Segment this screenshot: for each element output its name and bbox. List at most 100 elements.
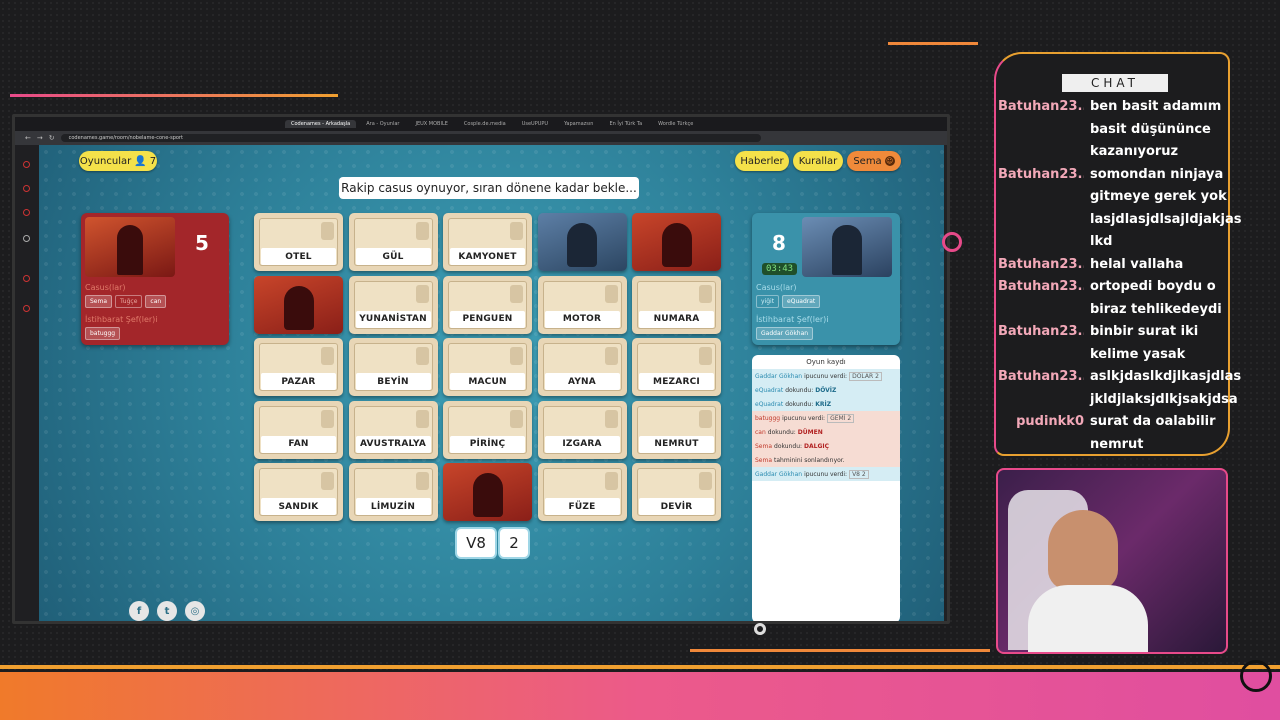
log-action: dokundu: — [774, 442, 803, 450]
browser-tab[interactable]: Wordle Türkçe — [652, 120, 699, 128]
sidebar-icon[interactable] — [23, 235, 30, 242]
word-card[interactable] — [537, 213, 627, 271]
browser-tab[interactable]: UseUPUPU — [516, 120, 554, 128]
word-card[interactable]: FÜZE — [537, 463, 627, 521]
instagram-icon[interactable]: ◎ — [185, 601, 205, 621]
chat-message: Batuhan23... ortopedi boydu o biraz tehlik… — [996, 276, 1228, 321]
log-action: dokundu: — [785, 386, 814, 394]
reload-icon[interactable]: ↻ — [49, 134, 55, 142]
codenames-game: Oyuncular 👤 7 Haberler Kurallar Sema ☺ R… — [39, 145, 944, 621]
browser-tab[interactable]: Cosple.de.media — [458, 120, 512, 128]
player-chip[interactable]: Tuğçe — [115, 295, 143, 308]
card-word: PENGUEN — [450, 310, 525, 328]
log-entry: can dokundu: DÜMEN — [752, 425, 900, 439]
back-icon[interactable]: ← — [25, 134, 31, 142]
user-menu-button[interactable]: Sema ☺ — [847, 151, 901, 171]
rules-button[interactable]: Kurallar — [793, 151, 843, 171]
browser-tab[interactable]: Yapamazsın — [558, 120, 599, 128]
word-card[interactable]: SANDIK — [254, 463, 343, 521]
word-card[interactable]: LİMUZİN — [348, 463, 438, 521]
chat-text: nemrut — [1090, 436, 1144, 452]
player-chip[interactable]: yiğit — [756, 295, 780, 308]
card-silhouette-icon — [699, 409, 712, 428]
status-banner: Rakip casus oynuyor, sıran dönene kadar … — [339, 177, 639, 199]
facebook-icon[interactable]: f — [129, 601, 149, 621]
sidebar-icon[interactable] — [23, 275, 30, 282]
red-team-count: 5 — [195, 231, 209, 255]
player-chip[interactable]: batuggg — [85, 327, 121, 340]
word-card[interactable]: FAN — [254, 400, 343, 459]
chat-text: kelime yasak — [1090, 346, 1186, 362]
players-button[interactable]: Oyuncular 👤 7 — [79, 151, 157, 171]
word-card[interactable]: NUMARA — [632, 275, 721, 334]
browser-tab[interactable]: Codenames - Arkadaşla — [285, 120, 357, 128]
browser-tab[interactable]: JEUX MOBILE — [409, 120, 453, 128]
card-word: MACUN — [450, 373, 525, 390]
clue-word: V8 — [457, 529, 495, 557]
sidebar-icon[interactable] — [23, 185, 30, 192]
card-word: MOTOR — [544, 310, 620, 328]
word-card[interactable]: DEVİR — [632, 463, 721, 521]
webcam-feed — [996, 468, 1228, 654]
chat-username: pudinkk0 — [1016, 414, 1084, 429]
blue-spies-list: yiğit eQuadrat — [756, 295, 821, 308]
chat-username: Batuhan23... — [998, 324, 1084, 339]
agent-portrait — [283, 285, 314, 330]
word-card[interactable] — [632, 213, 721, 271]
player-chip[interactable]: Gaddar Gökhan — [756, 327, 814, 340]
twitter-icon[interactable]: t — [157, 601, 177, 621]
browser-tab[interactable]: Ara - Oyunlar — [360, 120, 405, 128]
sidebar-icon[interactable] — [23, 161, 30, 168]
word-card[interactable]: BEYİN — [348, 338, 438, 396]
word-card[interactable]: MEZARCI — [632, 338, 721, 396]
word-card[interactable]: PAZAR — [254, 338, 343, 396]
word-card[interactable]: MACUN — [443, 338, 532, 396]
chat-text: helal vallaha — [1090, 256, 1184, 272]
chat-text: gitmeye gerek yok — [1090, 189, 1227, 204]
log-target: DÖVİZ — [815, 386, 837, 394]
word-card[interactable]: GÜL — [348, 213, 438, 271]
log-target: DÜMEN — [797, 428, 823, 436]
agent-portrait — [661, 223, 692, 267]
word-card[interactable] — [443, 463, 532, 521]
card-word: OTEL — [261, 248, 336, 265]
players-label: Oyuncular — [79, 155, 132, 167]
chat-text: surat da oalabilir — [1090, 414, 1216, 429]
card-silhouette-icon — [604, 472, 618, 490]
card-word: MEZARCI — [639, 373, 714, 390]
chat-text: biraz tehlikedeydi — [1090, 301, 1222, 317]
word-card[interactable]: MOTOR — [537, 275, 627, 334]
card-word: AVUSTRALYA — [355, 435, 431, 453]
word-card[interactable]: PİRİNÇ — [443, 400, 532, 459]
news-button[interactable]: Haberler — [735, 151, 789, 171]
word-card[interactable]: NEMRUT — [632, 400, 721, 459]
sidebar-icon[interactable] — [23, 209, 30, 216]
card-word: SANDIK — [261, 498, 336, 515]
browser-tab[interactable]: En İyi Türk Ta — [603, 120, 648, 128]
word-card[interactable]: AVUSTRALYA — [348, 400, 438, 459]
url-field[interactable]: codenames.game/room/nobelame-cone-sport — [60, 134, 761, 142]
word-card[interactable] — [254, 275, 343, 334]
chat-text: lasjdlasjdlsajldjakjas — [1090, 211, 1242, 227]
chat-title: CHAT — [1062, 74, 1168, 92]
word-card[interactable]: AYNA — [537, 338, 627, 396]
word-card[interactable]: YUNANİSTAN — [348, 275, 438, 334]
deco-line-bottom — [690, 649, 990, 652]
chat-text: lkd — [1090, 234, 1113, 249]
player-chip[interactable]: eQuadrat — [782, 295, 821, 308]
card-word: LİMUZİN — [355, 498, 431, 515]
forward-icon[interactable]: → — [37, 134, 43, 142]
log-clue: GEMİ 2 — [827, 413, 855, 423]
player-chip[interactable]: can — [145, 295, 167, 308]
word-card[interactable]: IZGARA — [537, 400, 627, 459]
player-chip[interactable]: Sema — [85, 295, 113, 308]
sidebar-icon[interactable] — [23, 305, 30, 312]
tab-bar: Codenames - Arkadaşla Ara - Oyunlar JEUX M… — [15, 117, 947, 131]
word-card[interactable]: OTEL — [254, 213, 343, 271]
word-card[interactable]: KAMYONET — [443, 213, 532, 271]
log-player: Sema — [755, 456, 773, 464]
bottom-band-stripe — [0, 665, 1280, 669]
blue-spies-label: Casus(lar) — [756, 283, 797, 292]
log-action: tahminini sonlandırıyor. — [774, 456, 845, 464]
word-card[interactable]: PENGUEN — [443, 275, 532, 334]
